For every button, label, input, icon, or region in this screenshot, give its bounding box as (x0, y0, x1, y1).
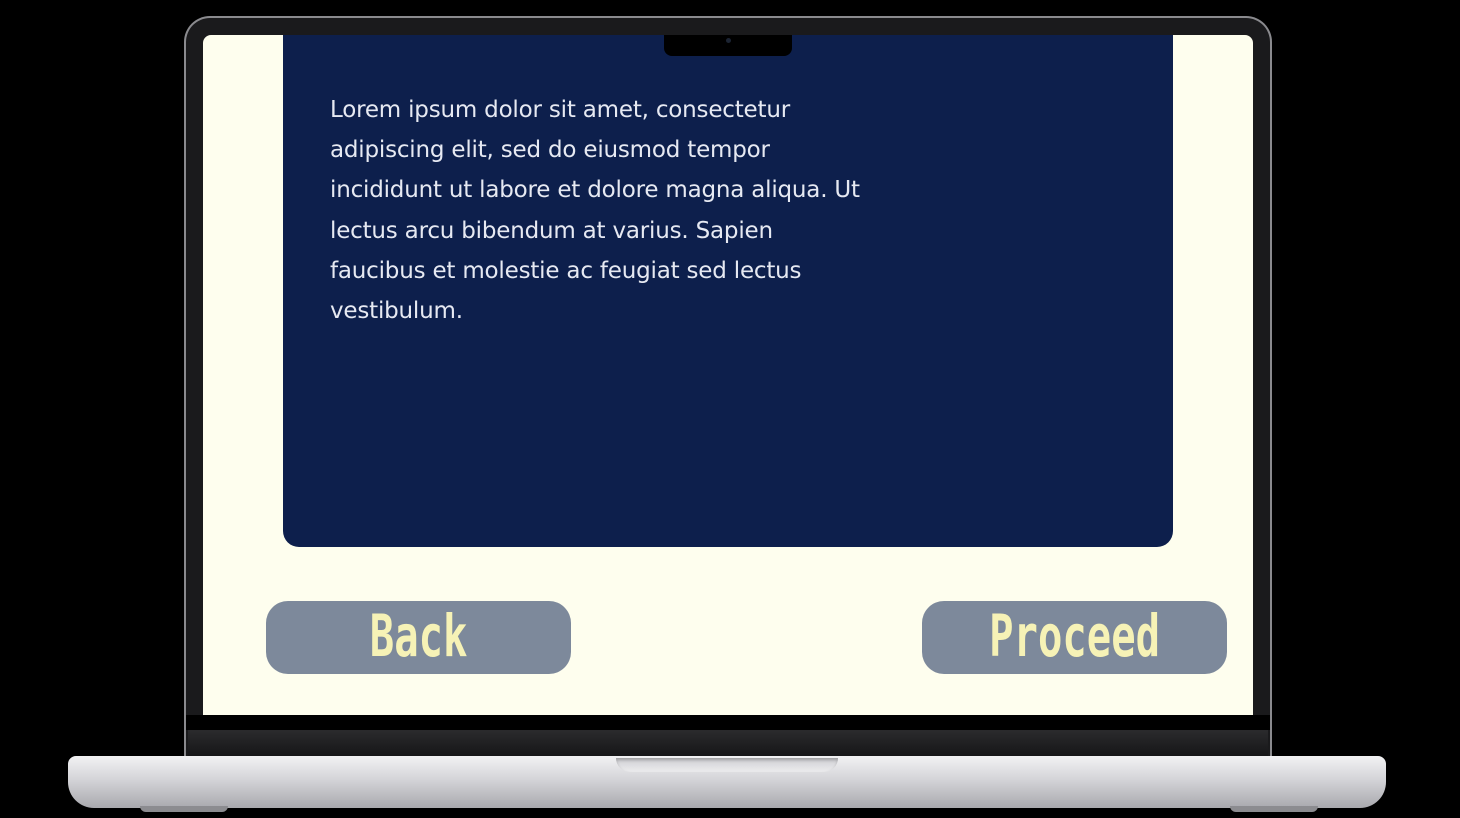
bottom-bezel (186, 715, 1270, 730)
trackpad-lip (616, 758, 838, 772)
proceed-button-label: Proceed (989, 603, 1160, 671)
proceed-button[interactable]: Proceed (922, 601, 1227, 674)
back-button[interactable]: Back (266, 601, 571, 674)
body-text: Lorem ipsum dolor sit amet, consectetur … (330, 97, 860, 325)
laptop-hinge (188, 730, 1268, 758)
back-button-label: Back (369, 603, 468, 671)
camera-icon (726, 38, 731, 43)
laptop-screen: Lorem ipsum dolor sit amet, consectetur … (203, 35, 1253, 715)
camera-notch (664, 35, 792, 56)
content-card: Lorem ipsum dolor sit amet, consectetur … (283, 35, 1173, 547)
laptop-foot-left (140, 806, 228, 812)
laptop-foot-right (1230, 806, 1318, 812)
